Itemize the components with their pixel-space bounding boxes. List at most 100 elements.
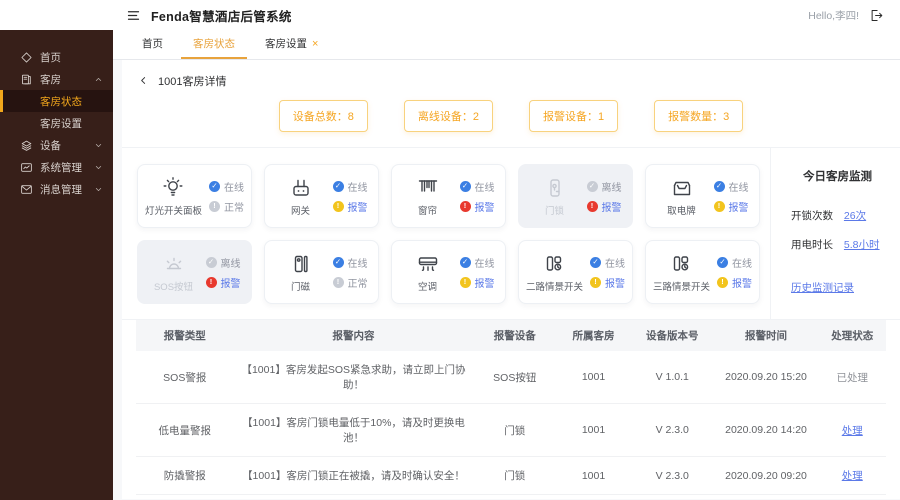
- topbar: Fenda智慧酒店后管系统 Hello,李四!: [0, 0, 900, 30]
- sidebar-item-messages[interactable]: 消息管理: [0, 178, 113, 200]
- chevron-up-icon: [94, 75, 103, 84]
- alarm-action[interactable]: 处理: [842, 425, 863, 437]
- mail-icon: [20, 183, 33, 196]
- alarm-device-cell: 门锁: [473, 456, 556, 495]
- back-button[interactable]: [138, 75, 149, 86]
- device-state-label[interactable]: 报警: [348, 199, 368, 214]
- metric-value-link[interactable]: 5.8小时: [844, 239, 880, 251]
- stat-badge: 设备总数：8: [278, 100, 368, 132]
- room-icon: [20, 73, 33, 86]
- tab-label: 客房状态: [193, 38, 235, 50]
- device-state-label[interactable]: 报警: [729, 199, 749, 214]
- device-state-label: 正常: [224, 202, 244, 214]
- alarm-version-cell: V 2.3.0: [631, 403, 714, 457]
- sidebar-item-home[interactable]: 首页: [0, 46, 113, 68]
- device-card[interactable]: 三路情景开关 在线 报警: [645, 240, 760, 304]
- alarm-table-header-cell: 报警设备: [473, 320, 556, 351]
- logout-icon[interactable]: [869, 8, 884, 23]
- sidebar-item-label: 客房: [40, 73, 61, 86]
- connection-status-dot: [459, 180, 471, 192]
- connection-status-label: 在线: [347, 258, 368, 270]
- alarm-table-body: SOS警报 【1001】客房发起SOS紧急求助，请立即上门协助！ SOS按钮 1…: [136, 351, 886, 495]
- alarm-action: 已处理: [836, 371, 869, 384]
- sidebar-item-system[interactable]: 系统管理: [0, 156, 113, 178]
- device-name: 空调: [417, 281, 437, 293]
- device-card[interactable]: 空调 在线 报警: [391, 240, 506, 304]
- connection-status-label: 在线: [474, 258, 495, 270]
- connection-status-dot: [209, 180, 220, 192]
- device-state-label[interactable]: 报警: [475, 199, 495, 214]
- device-card[interactable]: 取电牌 在线 报警: [645, 164, 760, 228]
- alarm-table-header-row: 报警类型 报警内容 报警设备 所属客房 设备版本号 报警时间 处理状态: [136, 320, 886, 351]
- alarm-table-header-cell: 处理状态: [818, 320, 886, 351]
- sidebar-item-label: 客房状态: [40, 95, 82, 108]
- connection-status-label: 在线: [347, 182, 368, 194]
- sidebar-item-label: 系统管理: [40, 161, 82, 174]
- metric-value-link[interactable]: 26次: [844, 210, 866, 222]
- device-card[interactable]: 灯光开关面板 在线 正常: [137, 164, 252, 228]
- connection-status-dot: [332, 180, 344, 192]
- stats-row: 设备总数：8 离线设备：2 报警设备：1 报警数量：3: [122, 100, 900, 132]
- sidebar-item-rooms[interactable]: 客房: [0, 68, 113, 90]
- alarm-table-header-cell: 报警内容: [233, 320, 474, 351]
- stat-separator: ：: [587, 111, 598, 123]
- alarm-room-cell: 1001: [556, 351, 631, 404]
- device-state-dot: [459, 200, 471, 212]
- alarm-table-header-cell: 报警类型: [136, 320, 234, 351]
- device-state-label[interactable]: 报警: [475, 275, 495, 290]
- alarm-action[interactable]: 处理: [842, 470, 863, 482]
- hamburger-icon[interactable]: [126, 8, 141, 23]
- user-greeting: Hello,李四!: [808, 9, 859, 22]
- close-icon[interactable]: ×: [312, 38, 318, 50]
- device-name: 门锁: [544, 205, 564, 217]
- alarm-content-cell: 【1001】客房发起SOS紧急求助，请立即上门协助！: [233, 351, 474, 404]
- breadcrumb: 1001客房详情: [122, 60, 900, 88]
- stat-separator: ：: [712, 111, 724, 123]
- sidebar-item-room-settings[interactable]: 客房设置: [0, 112, 113, 134]
- tab-room-settings[interactable]: 客房设置 ×: [253, 30, 330, 59]
- chevron-down-icon: [94, 185, 103, 194]
- room-monitor-panel: 今日客房监测 开锁次数 26次 用电时长 5.8小时 历史监测记录: [770, 148, 900, 319]
- sidebar-item-room-status[interactable]: 客房状态: [0, 90, 113, 112]
- device-state-label[interactable]: 报警: [221, 275, 241, 290]
- device-state-dot: [459, 276, 471, 288]
- connection-status-dot: [459, 256, 471, 268]
- sidebar: 首页 客房 客房状态 客房设置 设备 系统管理 消息管理: [0, 30, 113, 500]
- connection-status-label: 在线: [224, 182, 244, 194]
- connection-status-dot: [713, 180, 725, 192]
- device-card[interactable]: 网关 在线 报警: [264, 164, 379, 228]
- device-card[interactable]: 门磁 在线 正常: [264, 240, 379, 304]
- connection-status-dot: [586, 180, 598, 192]
- more-alarms-link[interactable]: 更多报警记录 >>: [122, 495, 900, 500]
- app-title: Fenda智慧酒店后管系统: [151, 9, 292, 24]
- history-records-link[interactable]: 历史监测记录: [791, 280, 892, 295]
- alarm-type-cell: 防撬警报: [136, 456, 234, 495]
- connection-status-dot: [332, 256, 344, 268]
- tab-room-status[interactable]: 客房状态: [181, 30, 247, 59]
- alarm-table-header-cell: 所属客房: [556, 320, 631, 351]
- device-state-label[interactable]: 报警: [605, 275, 625, 290]
- tab-label: 客房设置: [265, 38, 307, 50]
- device-card[interactable]: SOS按钮 离线 报警: [137, 240, 252, 304]
- page-title: 1001客房详情: [158, 75, 227, 88]
- lock-icon: [543, 176, 567, 200]
- device-monitor-section: 灯光开关面板 在线 正常: [122, 147, 900, 319]
- sidebar-item-devices[interactable]: 设备: [0, 134, 113, 156]
- tab-home[interactable]: 首页: [130, 30, 175, 59]
- device-state-label[interactable]: 报警: [602, 199, 622, 214]
- connection-status-dot: [205, 256, 217, 268]
- device-card[interactable]: 窗帘 在线 报警: [391, 164, 506, 228]
- alarm-time-cell: 2020.09.20 14:20: [713, 403, 819, 457]
- sidebar-item-label: 设备: [40, 139, 61, 152]
- device-card[interactable]: 门锁 离线 报警: [518, 164, 633, 228]
- device-state-label[interactable]: 报警: [732, 275, 752, 290]
- alarm-records-section: 报警类型 报警内容 报警设备 所属客房 设备版本号 报警时间 处理状态 SOS警报 【100…: [122, 319, 900, 500]
- curtain-icon: [416, 176, 440, 200]
- metric-label: 用电时长: [791, 239, 833, 251]
- device-card[interactable]: 二路情景开关 在线 报警: [518, 240, 633, 304]
- alarm-table-row: SOS警报 【1001】客房发起SOS紧急求助，请立即上门协助！ SOS按钮 1…: [136, 351, 886, 404]
- device-panel: 灯光开关面板 在线 正常: [122, 148, 770, 319]
- tab-label: 首页: [142, 38, 163, 50]
- stat-label: 报警数量: [668, 111, 713, 123]
- device-name: 三路情景开关: [652, 281, 710, 293]
